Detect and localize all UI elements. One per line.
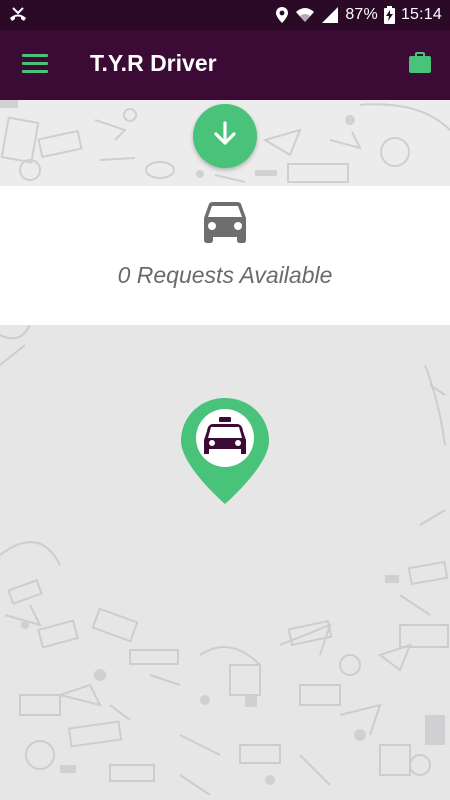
missed-call-icon: [8, 6, 28, 24]
status-bar: 87% 15:14: [0, 0, 450, 30]
app-title: T.Y.R Driver: [90, 50, 217, 76]
battery-percent: 87%: [345, 6, 378, 23]
briefcase-icon[interactable]: [408, 52, 432, 79]
requests-available-label: 0 Requests Available: [117, 262, 333, 288]
signal-icon: [321, 6, 339, 24]
download-button[interactable]: [193, 104, 257, 168]
battery-charging-icon: [383, 6, 395, 24]
car-icon: [200, 200, 250, 251]
wifi-icon: [295, 6, 315, 24]
clock: 15:14: [400, 6, 442, 23]
location-icon: [275, 6, 289, 24]
download-arrow-icon: [210, 119, 240, 154]
hamburger-menu-icon[interactable]: [22, 54, 48, 76]
taxi-pin-icon: [179, 396, 271, 511]
app-bar: T.Y.R Driver: [0, 30, 450, 100]
